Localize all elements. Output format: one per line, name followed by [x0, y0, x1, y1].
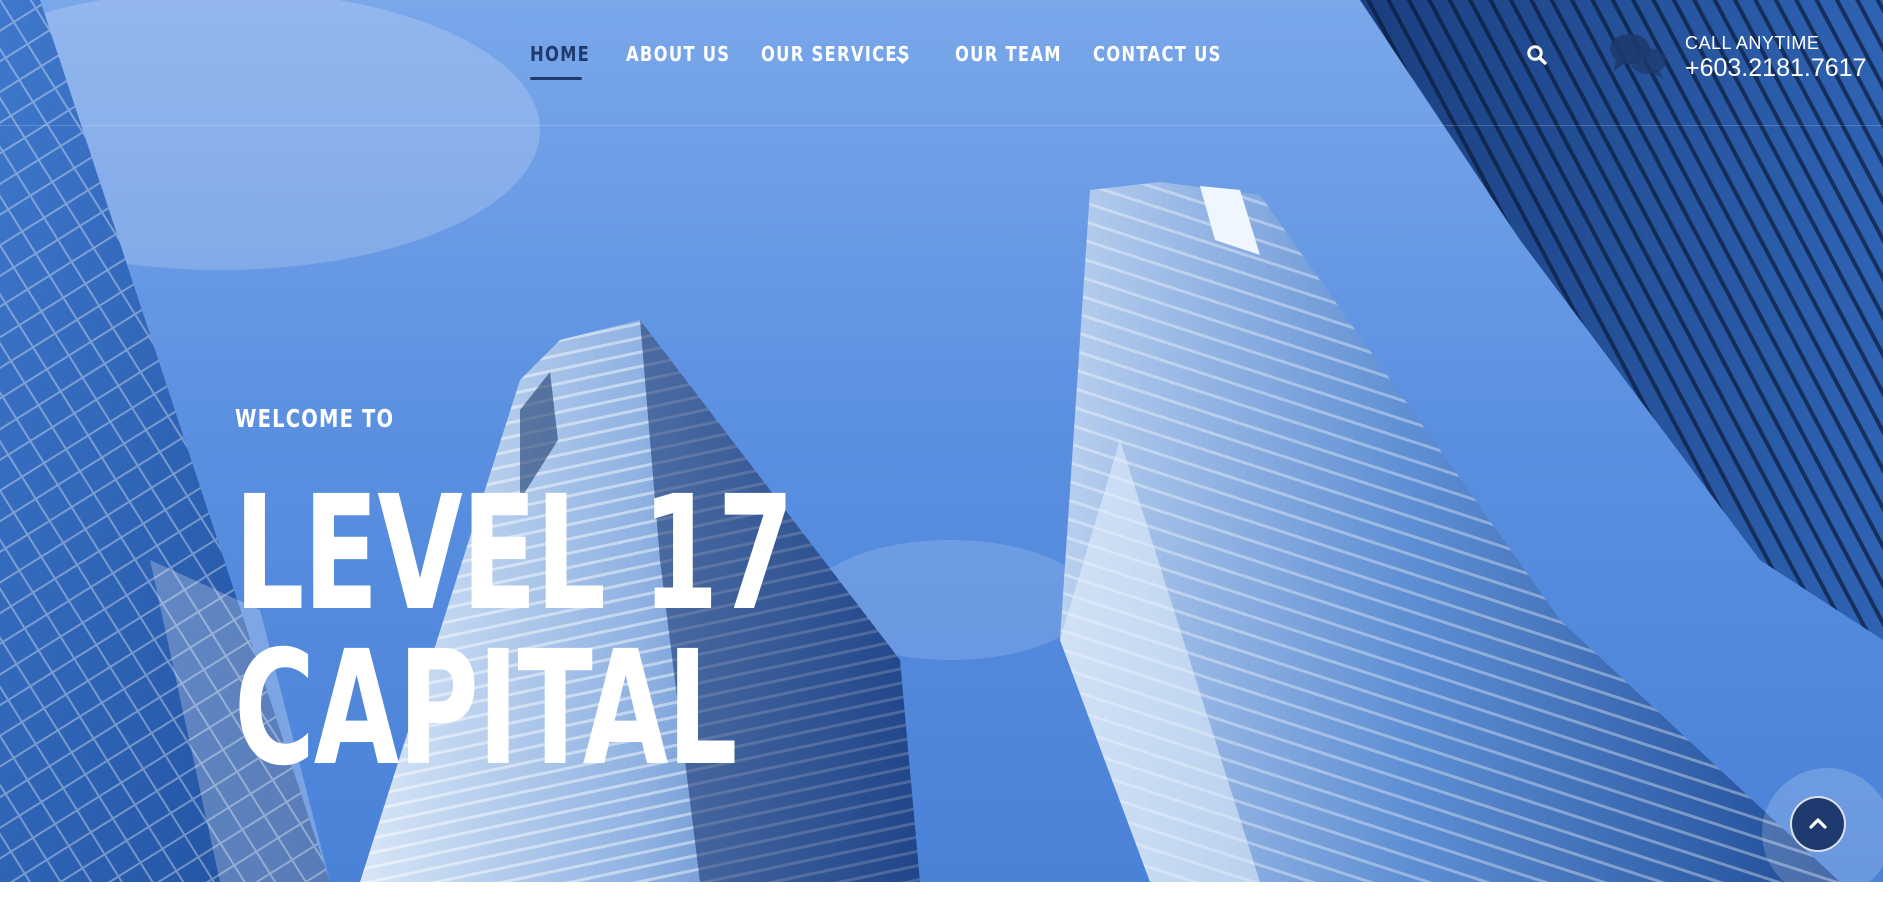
phone-number[interactable]: +603.2181.7617: [1685, 54, 1866, 83]
nav-contact-us[interactable]: CONTACT US: [1093, 42, 1222, 66]
call-label: CALL ANYTIME: [1685, 33, 1820, 53]
nav-our-team[interactable]: OUR TEAM: [955, 42, 1062, 66]
chat-bubbles-icon: [1610, 34, 1666, 79]
chevron-up-icon: [1809, 818, 1827, 829]
nav-our-services[interactable]: OUR SERVICES: [761, 42, 911, 66]
hero-kicker: WELCOME TO: [235, 404, 395, 433]
scroll-to-top-button[interactable]: [1790, 796, 1846, 852]
hero-title-line-2: CAPITAL: [234, 617, 738, 801]
hero-title-line-1: LEVEL 17: [234, 462, 794, 646]
nav-active-indicator: [530, 77, 582, 80]
nav-home[interactable]: HOME: [530, 42, 590, 66]
site-header: HOME ABOUT US OUR SERVICES OUR TEAM CONT…: [0, 0, 1883, 126]
nav-about-us[interactable]: ABOUT US: [626, 42, 730, 66]
search-icon[interactable]: [1526, 44, 1548, 66]
